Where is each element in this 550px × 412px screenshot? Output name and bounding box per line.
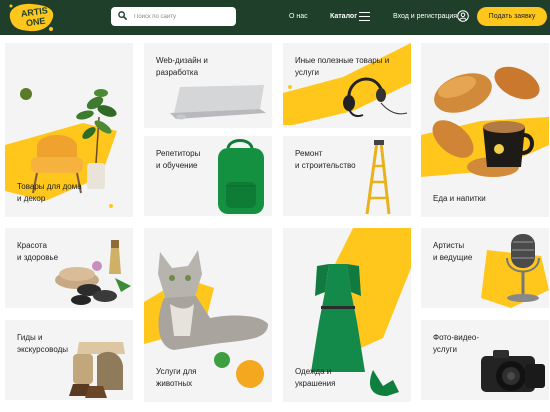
category-title: Гиды и экскурсоводы — [17, 333, 69, 354]
category-title: Артисты и ведущие — [433, 241, 473, 262]
category-title: Еда и напитки — [433, 194, 486, 203]
category-title: Ремонт и строительство — [295, 149, 356, 170]
category-card-beauty[interactable]: Красота и здоровье — [5, 228, 133, 308]
user-icon[interactable] — [457, 10, 469, 22]
apply-button[interactable]: Подать заявку — [477, 7, 547, 26]
category-card-tutors[interactable]: Репетиторы и обучение — [144, 136, 272, 216]
search-box[interactable] — [111, 7, 236, 26]
ladder-image — [365, 140, 391, 215]
category-title: Фото-видео- услуги — [433, 333, 479, 354]
travel-gear-image — [69, 342, 125, 398]
category-title: Репетиторы и обучение — [156, 149, 201, 170]
menu-icon[interactable] — [359, 12, 370, 21]
nav-about-link[interactable]: О нас — [289, 13, 308, 20]
spa-stones-image — [55, 240, 131, 305]
category-title: Иные полезные товары и услуги — [295, 56, 390, 77]
category-card-other-goods[interactable]: Иные полезные товары и услуги — [283, 43, 411, 128]
logo-text: ARTIS ONE — [20, 5, 49, 29]
search-icon — [118, 11, 127, 20]
laptop-image — [170, 85, 266, 120]
category-card-home-decor[interactable]: Товары для дома и декор — [5, 43, 133, 217]
microphone-image — [506, 234, 540, 302]
category-title: Товары для дома и декор — [17, 182, 82, 203]
category-card-artists[interactable]: Артисты и ведущие — [421, 228, 549, 308]
category-card-repair[interactable]: Ремонт и строительство — [283, 136, 411, 216]
site-header: ARTIS ONE О нас Каталог Вход и регистрац… — [0, 0, 550, 35]
category-card-clothing[interactable]: Одежда и украшения — [283, 228, 411, 402]
category-title: Одежда и украшения — [295, 367, 336, 388]
category-title: Услуги для животных — [156, 367, 197, 388]
category-card-guides[interactable]: Гиды и экскурсоводы — [5, 320, 133, 400]
login-link[interactable]: Вход и регистрация — [393, 13, 457, 20]
logo[interactable]: ARTIS ONE — [6, 2, 56, 33]
category-card-web-design[interactable]: Web-дизайн и разработка — [144, 43, 272, 128]
backpack-image — [218, 139, 264, 214]
category-card-pet-services[interactable]: Услуги для животных — [144, 228, 272, 402]
category-title: Web-дизайн и разработка — [156, 56, 208, 77]
search-input[interactable] — [134, 9, 232, 24]
category-card-food-drinks[interactable]: Еда и напитки — [421, 43, 549, 217]
category-card-photo-video[interactable]: Фото-видео- услуги — [421, 320, 549, 400]
nav-catalog-link[interactable]: Каталог — [330, 13, 357, 20]
camera-image — [481, 350, 545, 392]
croissant-coffee-image — [432, 66, 540, 177]
category-title: Красота и здоровье — [17, 241, 59, 262]
